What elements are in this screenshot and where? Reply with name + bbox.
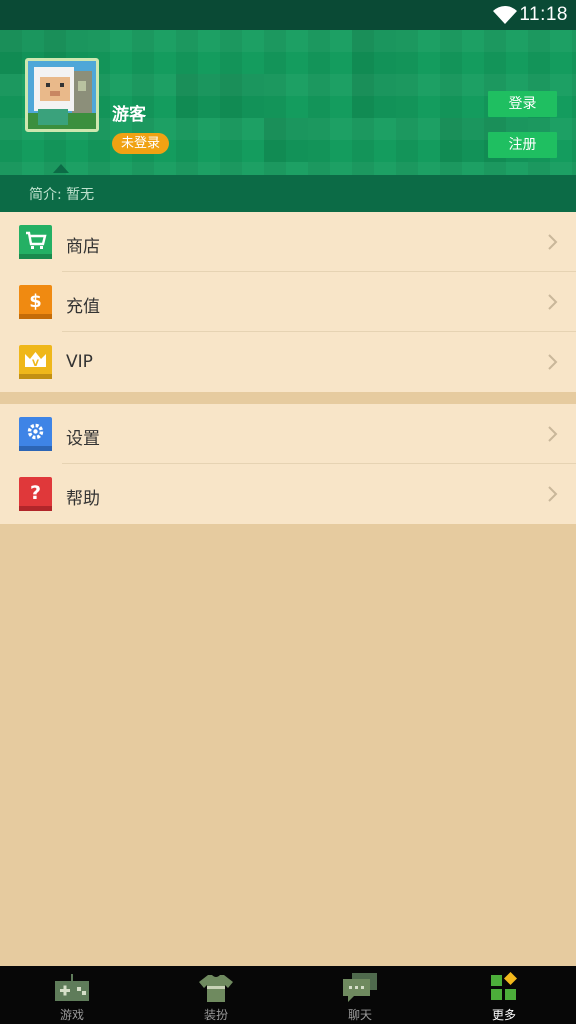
avatar[interactable] [25,58,99,132]
chevron-right-icon [548,354,558,370]
menu-label-help: 帮助 [66,489,100,509]
menu-group-system: 设置 ? 帮助 [0,404,576,524]
svg-text:V: V [32,359,39,369]
wifi-icon [493,6,517,24]
menu-label-settings: 设置 [66,429,100,449]
dollar-icon: $ [19,285,52,319]
nav-label-games: 游戏 [59,1008,84,1022]
more-grid-icon [491,972,517,1000]
avatar-pointer [53,164,69,173]
avatar-image [28,61,96,129]
crown-icon: V [19,345,52,379]
intro-text: 简介: 暂无 [29,187,95,203]
nav-label-more: 更多 [491,1008,516,1022]
menu-group-main: 商店 $ 充值 V VIP [0,212,576,392]
menu-label-recharge: 充值 [66,297,100,317]
nav-label-dressup: 装扮 [203,1008,228,1022]
nav-tab-more[interactable]: 更多 [432,966,576,1024]
chat-icon [343,973,377,1002]
chevron-right-icon [548,486,558,502]
question-icon: ? [19,477,52,511]
gear-icon [19,417,52,451]
bottom-nav: 游戏 装扮 聊天 更多 [0,966,576,1024]
login-status-badge: 未登录 [112,133,170,154]
nav-label-chat: 聊天 [347,1008,372,1022]
nav-tab-games[interactable]: 游戏 [0,966,144,1024]
svg-text:?: ? [30,482,41,504]
login-button[interactable]: 登录 [488,91,557,117]
menu-item-help[interactable]: ? 帮助 [0,464,576,524]
chevron-right-icon [548,426,558,442]
chevron-right-icon [548,294,558,310]
register-button[interactable]: 注册 [488,132,557,158]
cart-icon [19,225,52,259]
username: 游客 [112,105,146,125]
menu-item-recharge[interactable]: $ 充值 [0,272,576,332]
menu-item-settings[interactable]: 设置 [0,404,576,464]
menu-label-shop: 商店 [66,237,100,257]
nav-tab-chat[interactable]: 聊天 [288,966,432,1024]
intro-bar: 简介: 暂无 [0,175,576,212]
svg-text:$: $ [29,291,42,312]
menu-item-shop[interactable]: 商店 [0,212,576,272]
menu-label-vip: VIP [66,352,93,372]
chevron-right-icon [548,234,558,250]
menu-item-vip[interactable]: V VIP [0,332,576,392]
nav-tab-dressup[interactable]: 装扮 [144,966,288,1024]
status-time: 11:18 [519,4,568,25]
status-bar: 11:18 [0,0,576,30]
shirt-icon [199,975,233,1002]
gamepad-icon [55,974,89,1001]
